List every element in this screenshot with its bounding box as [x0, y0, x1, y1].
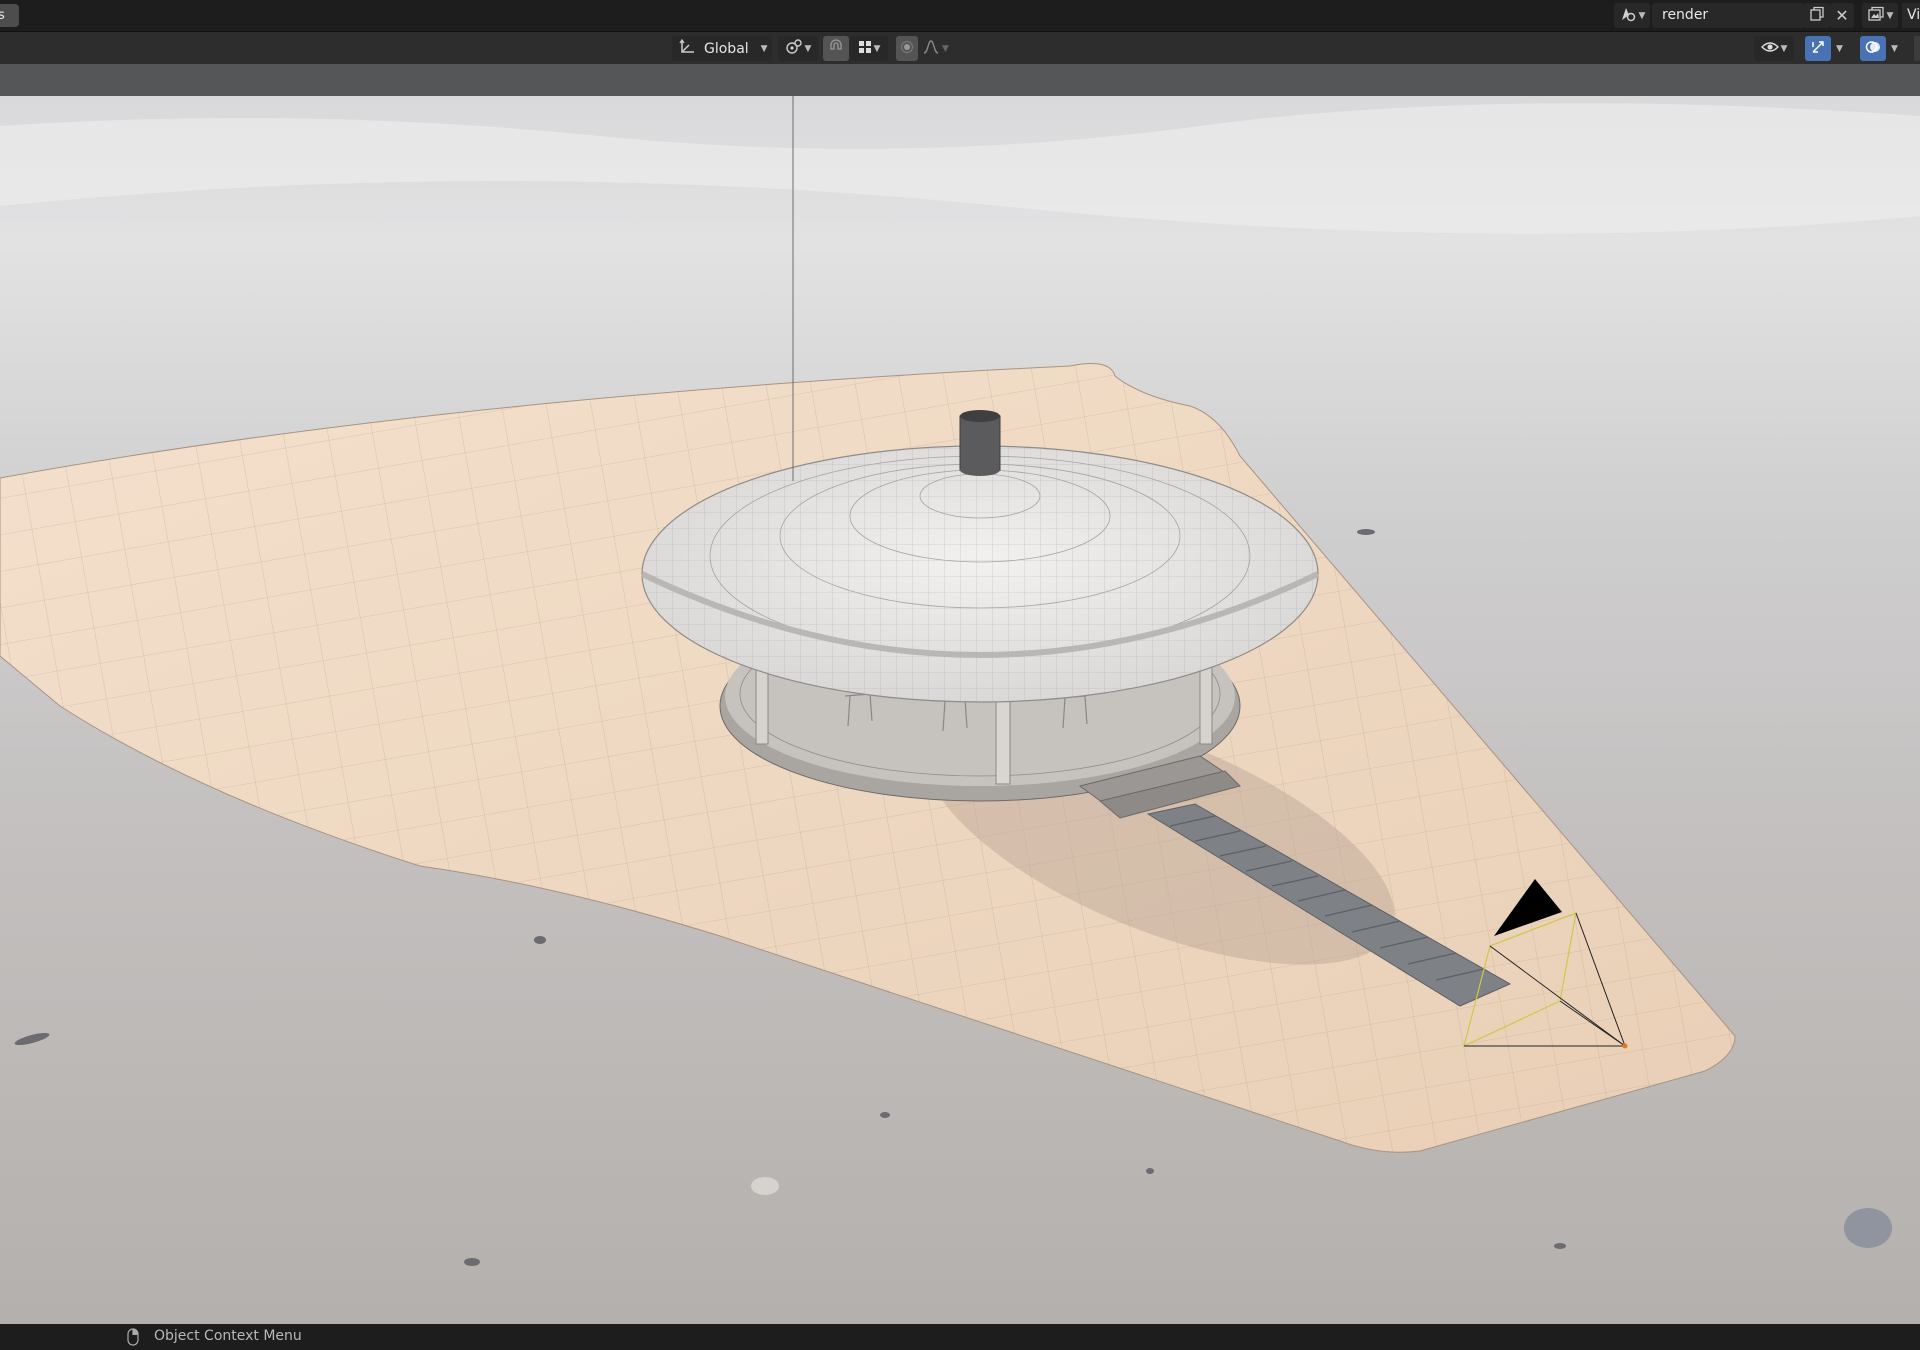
snap-toggle[interactable]: [823, 36, 849, 61]
close-icon: ✕: [1835, 6, 1849, 25]
view-layer-browse-button[interactable]: ▼: [1862, 3, 1898, 28]
new-scene-button[interactable]: [1804, 3, 1830, 28]
delete-scene-button[interactable]: ✕: [1830, 3, 1854, 28]
snap-target-dropdown[interactable]: ▼: [850, 36, 888, 61]
overlays-dropdown[interactable]: ▼: [1889, 36, 1907, 61]
pivot-point-icon: [785, 38, 803, 59]
scene-name-text: render: [1662, 7, 1709, 23]
magnet-icon: [828, 38, 844, 59]
proportional-falloff-dropdown[interactable]: ▼: [922, 36, 958, 61]
falloff-curve-icon: [922, 39, 940, 59]
scene-name-field[interactable]: render: [1652, 3, 1805, 28]
gizmo-dropdown[interactable]: ▼: [1834, 36, 1852, 61]
chevron-down-icon: ▼: [873, 43, 881, 54]
proportional-editing-toggle[interactable]: [896, 36, 918, 61]
workspace-tab-label: s: [0, 8, 5, 23]
viewport-header: Global ▼ ▼ ▼ ▼ ▼ ▼ ▼: [0, 32, 1920, 64]
chevron-down-icon: ▼: [1886, 10, 1894, 21]
chevron-down-icon: ▼: [1891, 43, 1898, 54]
duplicate-icon: [1809, 6, 1825, 26]
scene-icon: [1619, 6, 1637, 26]
view-layer-icon: [1867, 6, 1885, 26]
viewport-tool-header: [0, 64, 1920, 96]
view-layer-name-text: Vi: [1907, 7, 1920, 23]
selectability-visibility-dropdown[interactable]: ▼: [1754, 36, 1794, 61]
chevron-down-icon: ▼: [1780, 43, 1788, 54]
chevron-down-icon: ▼: [760, 43, 768, 54]
gizmo-toggle[interactable]: [1805, 36, 1831, 61]
snap-increment-icon: [858, 40, 872, 58]
overlays-toggle[interactable]: [1860, 36, 1886, 61]
top-bar: s ▼ render ✕ ▼ Vi: [0, 0, 1920, 32]
chevron-down-icon: ▼: [1638, 10, 1646, 21]
transform-orientation-dropdown[interactable]: Global ▼: [672, 36, 772, 61]
view-layer-name-field[interactable]: Vi: [1902, 3, 1920, 28]
chevron-down-icon: ▼: [1836, 43, 1843, 54]
shading-button-partial[interactable]: [1914, 36, 1920, 61]
viewport-scene[interactable]: [0, 96, 1920, 1324]
status-bar: Object Context Menu: [0, 1324, 1920, 1350]
chevron-down-icon: ▼: [942, 43, 949, 54]
scene-browse-button[interactable]: ▼: [1614, 3, 1650, 28]
transform-orientation-label: Global: [704, 40, 749, 57]
proportional-editing-icon: [900, 40, 914, 58]
3d-viewport[interactable]: [0, 96, 1920, 1324]
gizmo-icon: [1810, 39, 1826, 59]
eye-icon: [1760, 40, 1779, 58]
workspace-tab[interactable]: s: [0, 4, 19, 27]
pivot-point-dropdown[interactable]: ▼: [778, 36, 818, 61]
chevron-down-icon: ▼: [804, 43, 812, 54]
status-hint-text: Object Context Menu: [154, 1328, 302, 1344]
overlays-icon: [1865, 39, 1881, 59]
orientation-axes-icon: [678, 38, 696, 59]
mouse-right-icon: [127, 1328, 139, 1350]
